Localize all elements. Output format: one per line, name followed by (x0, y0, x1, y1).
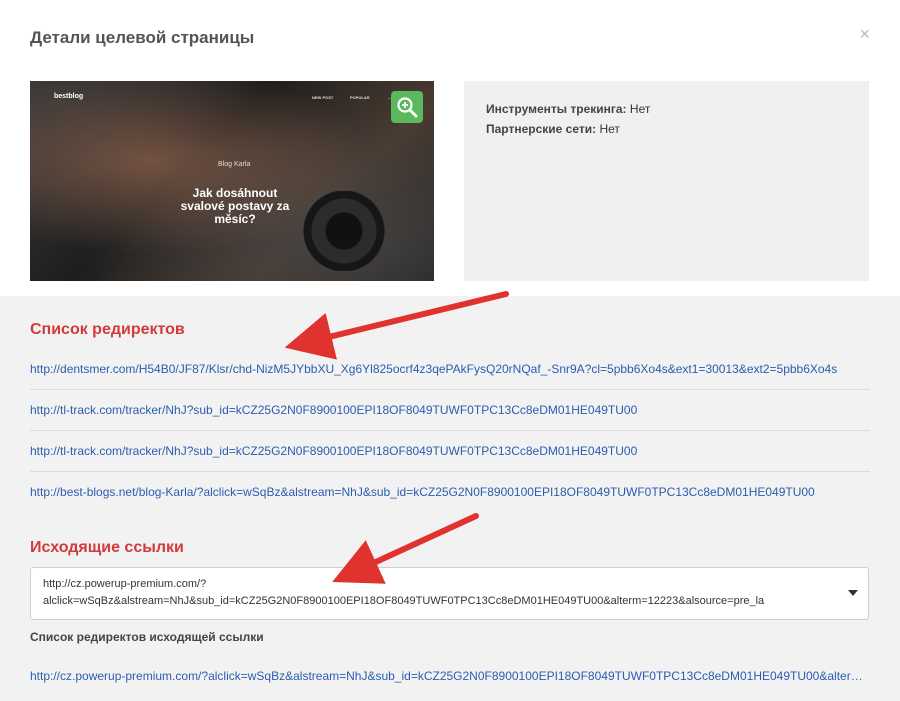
tracking-tools-value: Нет (629, 102, 651, 116)
landing-page-preview[interactable]: bestblog NEW POST POPULAR ... Blog Karla… (30, 81, 434, 281)
preview-logo: bestblog (54, 93, 84, 100)
preview-nav-item: NEW POST (312, 95, 334, 100)
redirect-link[interactable]: http://tl-track.com/tracker/NhJ?sub_id=k… (30, 431, 870, 472)
tracking-tools-row: Инструменты трекинга: Нет (486, 99, 847, 119)
landing-page-details-modal: Детали целевой страницы × bestblog NEW P… (0, 0, 900, 701)
redirect-link[interactable]: http://best-blogs.net/blog-Karla/?alclic… (30, 472, 870, 513)
info-panel: Инструменты трекинга: Нет Партнерские се… (464, 81, 869, 281)
outgoing-link-select[interactable]: http://cz.powerup-premium.com/? alclick=… (30, 567, 869, 620)
preview-nav-item: POPULAR (350, 95, 370, 100)
outgoing-redirect-list-label: Список редиректов исходящей ссылки (30, 630, 264, 644)
redirects-section: Список редиректов http://dentsmer.com/H5… (0, 296, 900, 701)
preview-subtitle: Blog Karla (218, 161, 251, 168)
preview-headline: Jak dosáhnout svalové postavy za měsíc? (180, 186, 290, 226)
redirect-link[interactable]: http://dentsmer.com/H54B0/JF87/Klsr/chd-… (30, 349, 870, 390)
affiliate-networks-row: Партнерские сети: Нет (486, 119, 847, 139)
redirect-list-title: Список редиректов (30, 321, 185, 338)
affiliate-networks-value: Нет (599, 122, 620, 136)
modal-title: Детали целевой страницы (30, 28, 255, 47)
dumbbell-image (280, 191, 434, 271)
outgoing-links-title: Исходящие ссылки (30, 539, 184, 556)
affiliate-networks-label: Партнерские сети: (486, 122, 597, 136)
zoom-in-icon (397, 97, 418, 118)
close-icon[interactable]: × (859, 24, 870, 45)
outgoing-link-value-line1: http://cz.powerup-premium.com/? (43, 578, 207, 590)
zoom-in-button[interactable] (391, 91, 423, 123)
redirect-link[interactable]: http://tl-track.com/tracker/NhJ?sub_id=k… (30, 390, 870, 431)
outgoing-redirect-link[interactable]: http://cz.powerup-premium.com/?alclick=w… (30, 656, 870, 697)
outgoing-link-value-line2: alclick=wSqBz&alstream=NhJ&sub_id=kCZ25G… (43, 595, 765, 607)
tracking-tools-label: Инструменты трекинга: (486, 102, 627, 116)
chevron-down-icon[interactable] (848, 590, 858, 596)
